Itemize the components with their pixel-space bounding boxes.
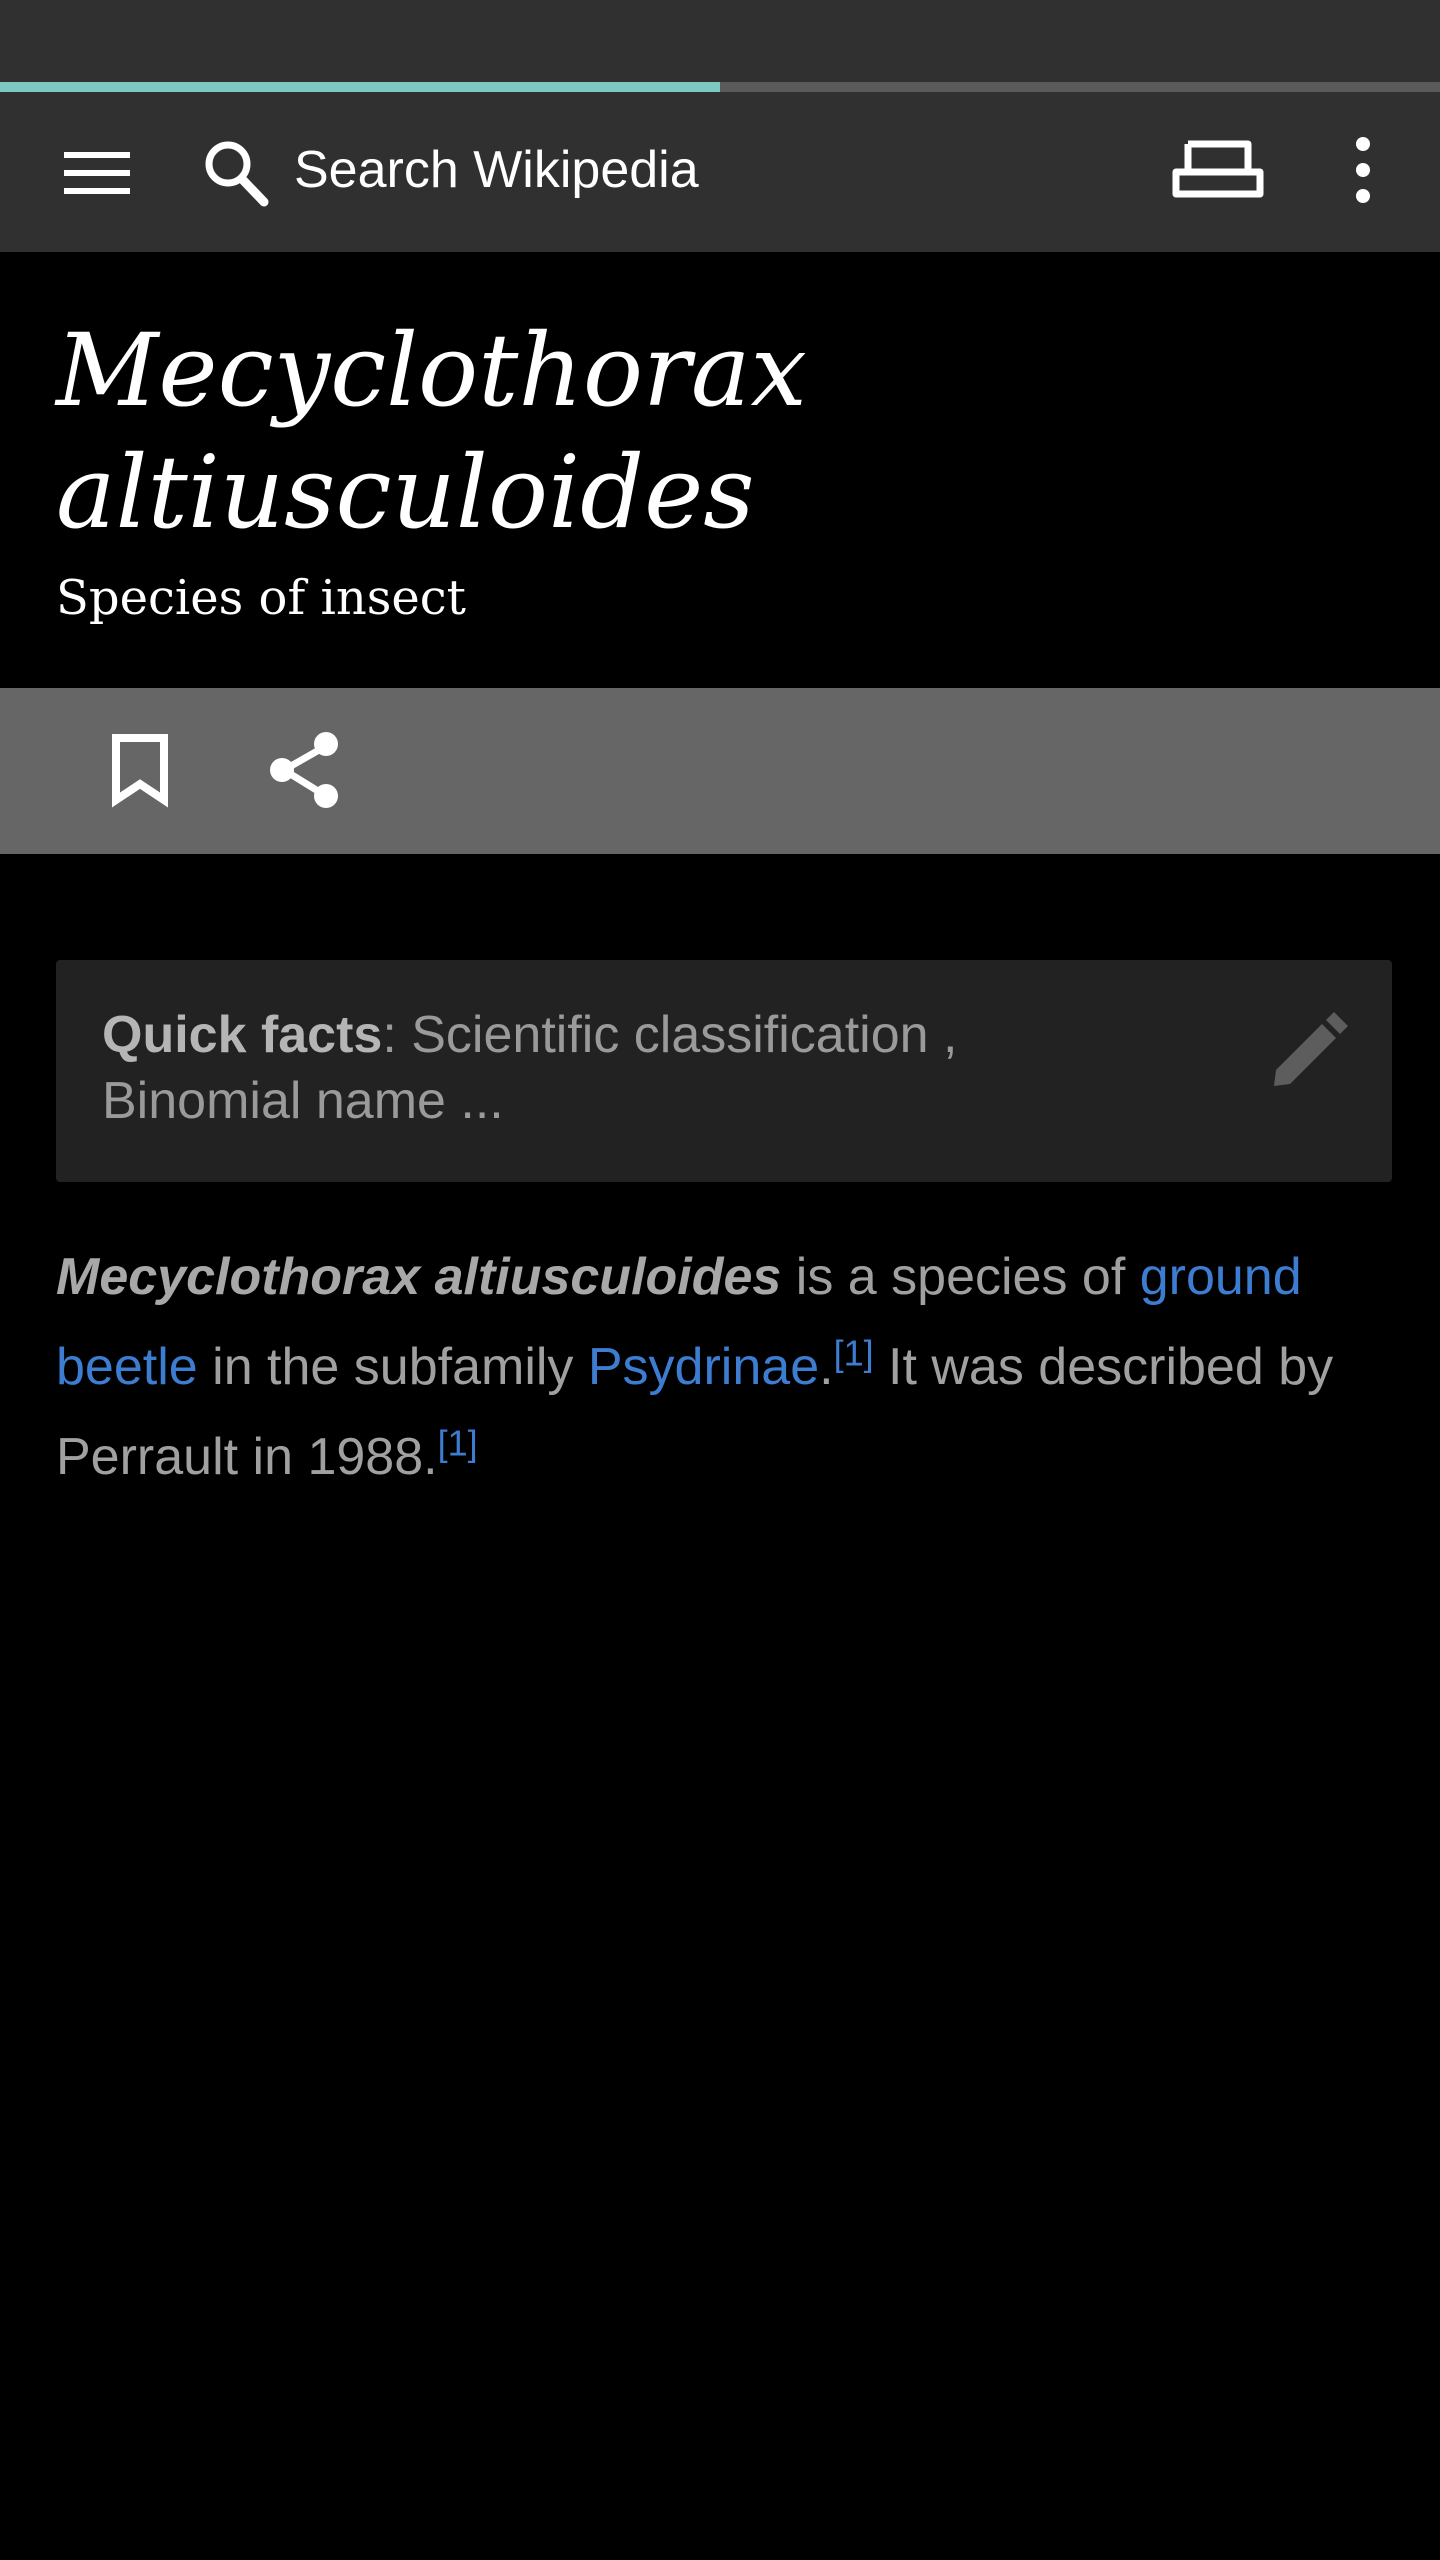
article-action-bar bbox=[0, 688, 1440, 854]
quick-facts-box[interactable]: Quick facts: Scientific classification ,… bbox=[56, 960, 1392, 1182]
tabs-icon[interactable] bbox=[1170, 132, 1266, 208]
article-paragraph: Mecyclothorax altiusculoides is a specie… bbox=[56, 1232, 1386, 1502]
page-title: Mecyclothorax altiusculoides bbox=[56, 312, 807, 551]
body-text: . bbox=[819, 1338, 834, 1396]
search-input[interactable]: Search Wikipedia bbox=[294, 140, 699, 200]
scientific-name: Mecyclothorax altiusculoides bbox=[56, 1248, 782, 1306]
menu-icon bbox=[64, 152, 130, 194]
status-bar bbox=[0, 0, 1440, 82]
link-psydrinae[interactable]: Psydrinae bbox=[588, 1338, 819, 1396]
bookmark-icon[interactable] bbox=[100, 730, 180, 810]
search-icon[interactable] bbox=[200, 132, 274, 214]
share-icon[interactable] bbox=[262, 730, 352, 810]
edit-pencil-icon[interactable] bbox=[1262, 1000, 1358, 1096]
menu-button[interactable] bbox=[40, 132, 156, 214]
body-text: is a species of bbox=[781, 1248, 1140, 1306]
page-load-progress bbox=[0, 82, 1440, 92]
page-description: Species of insect bbox=[56, 570, 466, 626]
quick-facts-label: Quick facts bbox=[102, 1006, 383, 1064]
top-toolbar: Search Wikipedia bbox=[0, 92, 1440, 252]
reference-link[interactable]: [1] bbox=[834, 1333, 874, 1374]
quick-facts-text: Quick facts: Scientific classification ,… bbox=[102, 1002, 1162, 1134]
page-load-progress-fill bbox=[0, 82, 720, 92]
overflow-menu-icon[interactable] bbox=[1340, 132, 1386, 214]
reference-link[interactable]: [1] bbox=[438, 1423, 478, 1464]
body-text: in the subfamily bbox=[197, 1338, 588, 1396]
article-header: Mecyclothorax altiusculoides Species of … bbox=[0, 252, 1440, 688]
